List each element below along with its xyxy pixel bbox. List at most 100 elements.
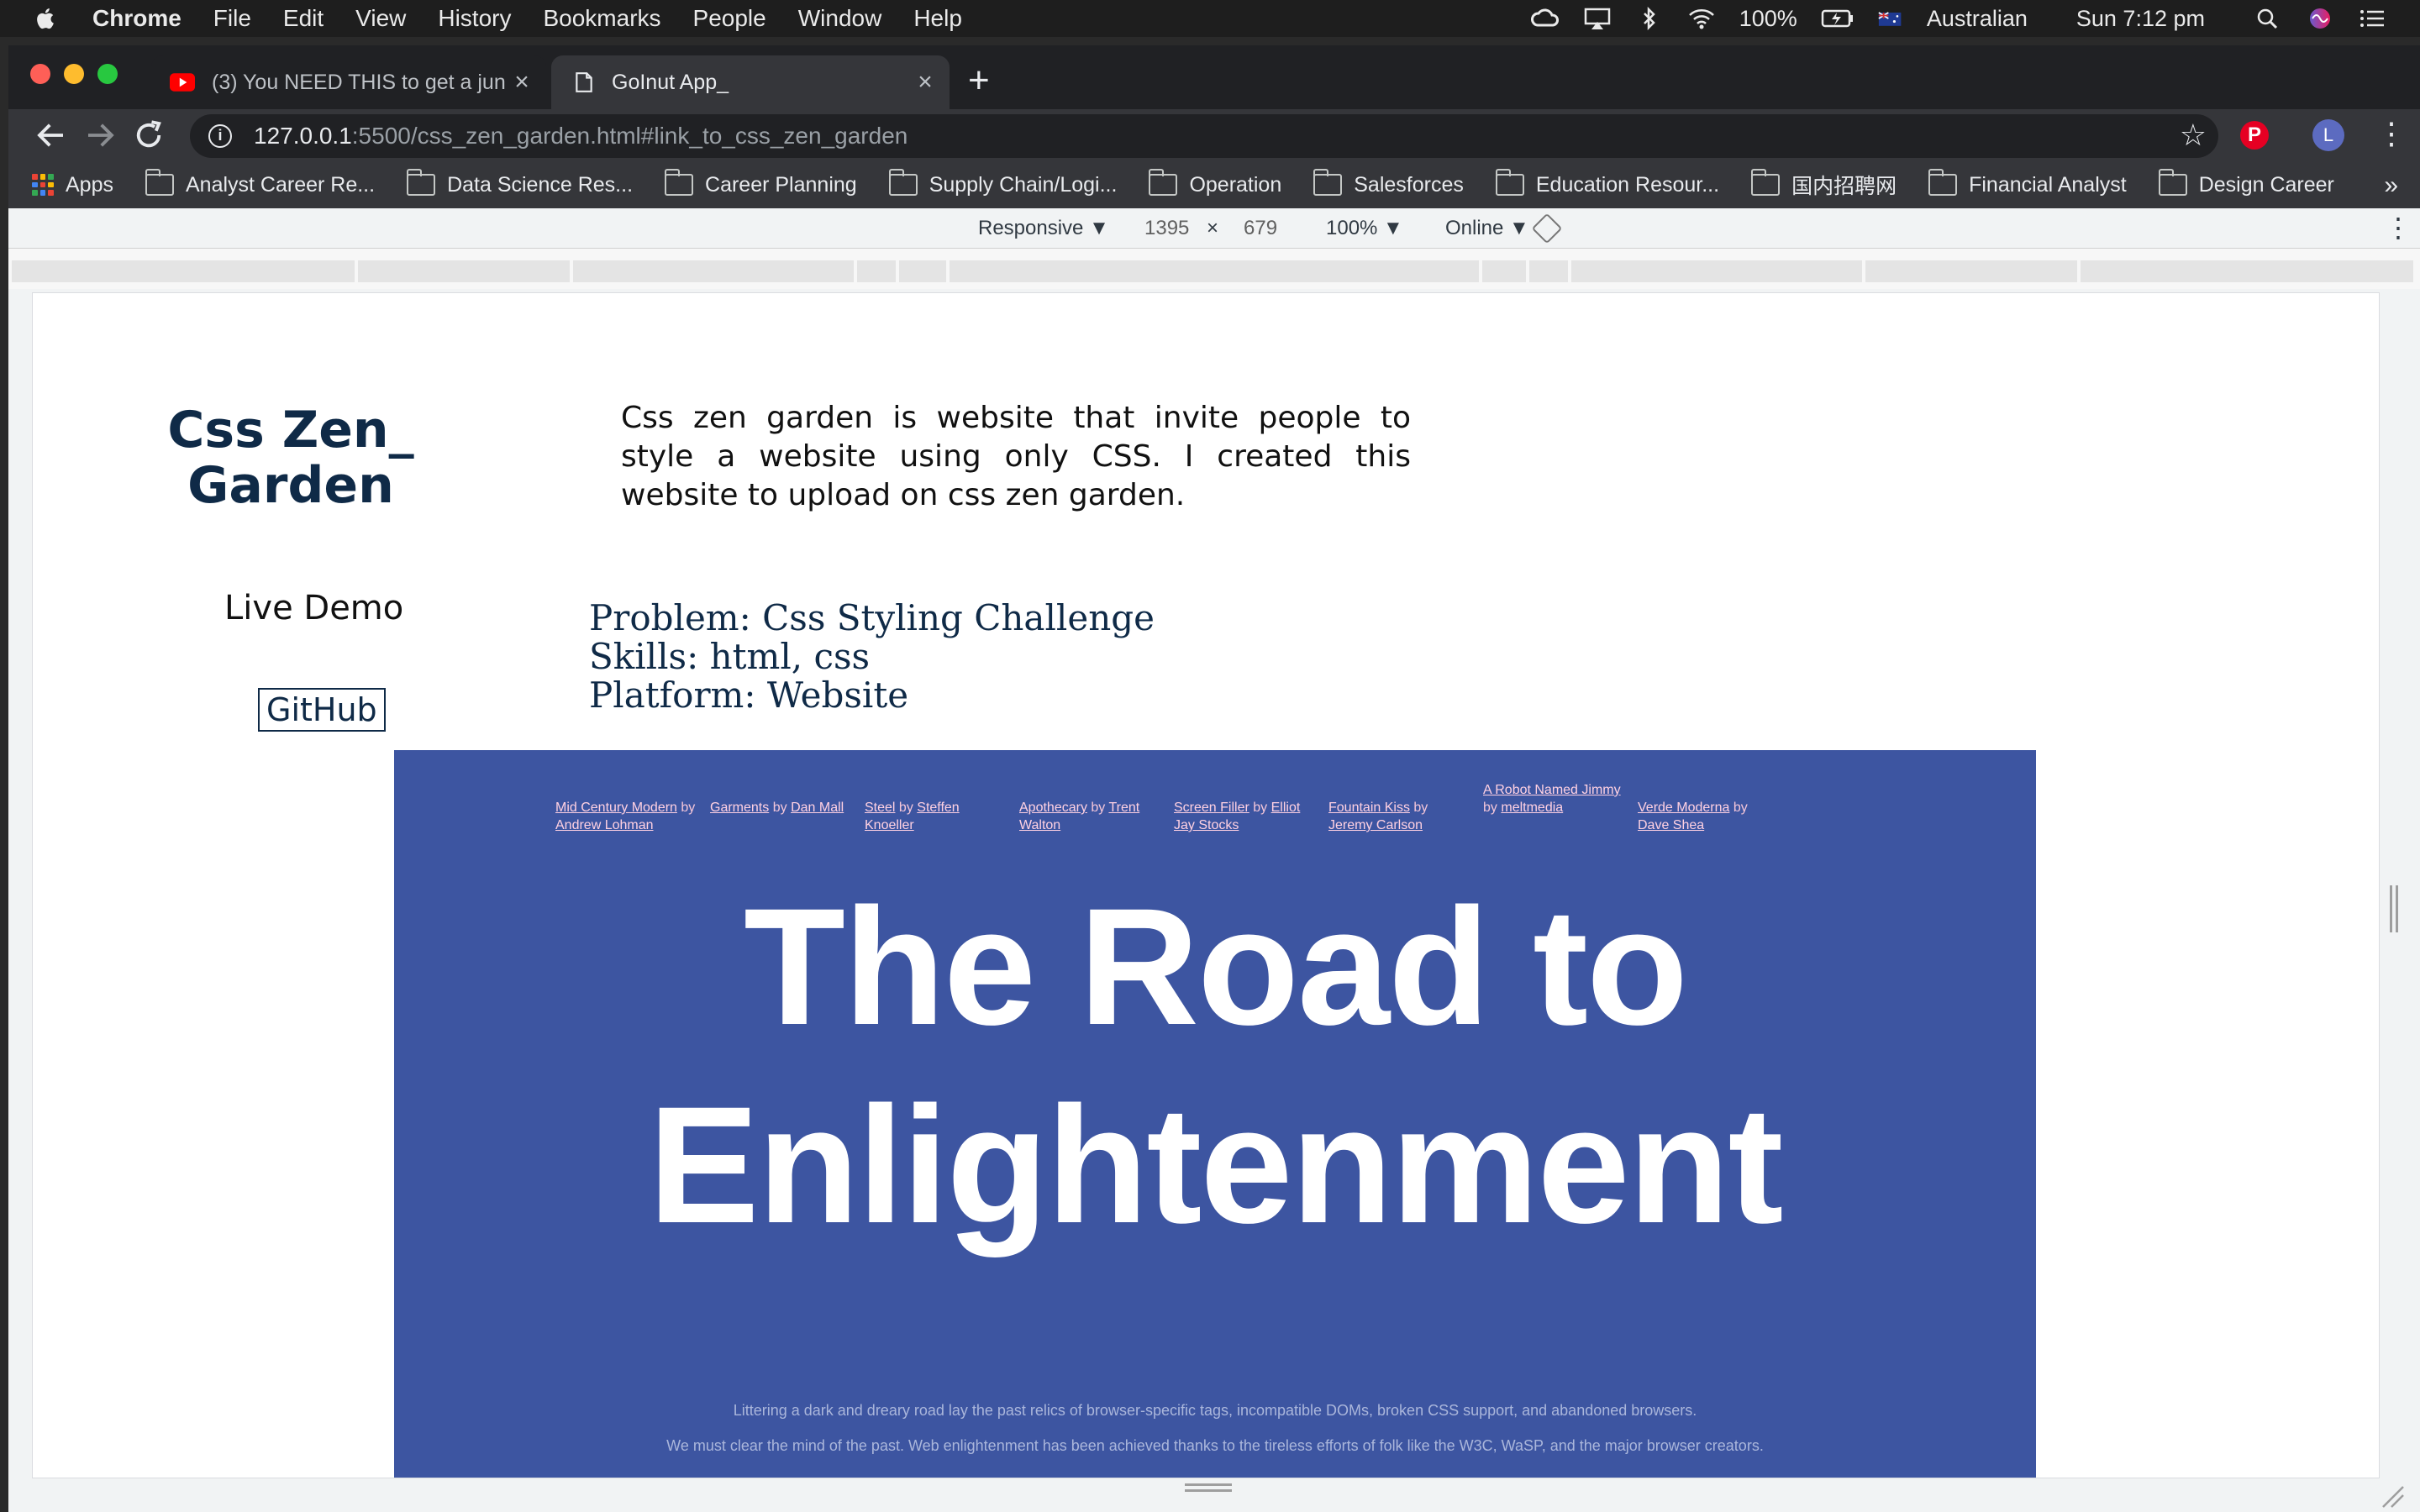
media-query-segment[interactable]: [573, 260, 854, 282]
folder-icon: [2158, 169, 2187, 196]
viewport-right-resize-handle[interactable]: [2390, 885, 2398, 932]
design-author-link[interactable]: Andrew Lohman: [555, 818, 654, 832]
back-arrow-icon[interactable]: [34, 118, 69, 153]
bookmark-folder[interactable]: Education Resour...: [1495, 169, 1719, 197]
tab-title: GoInut App_: [612, 70, 729, 94]
bookmark-folder[interactable]: Analyst Career Re...: [145, 169, 375, 197]
media-query-segment[interactable]: [1571, 260, 1862, 282]
design-name-link[interactable]: A Robot Named Jimmy: [1483, 783, 1621, 797]
device-toolbar-menu-icon[interactable]: ⋮: [2385, 212, 2412, 244]
profile-avatar[interactable]: L: [2312, 119, 2344, 151]
design-author-link[interactable]: Dave Shea: [1638, 818, 1704, 832]
media-query-segment[interactable]: [1529, 260, 1568, 282]
device-select[interactable]: Responsive ▼: [978, 217, 1109, 240]
design-name-link[interactable]: Mid Century Modern: [555, 801, 677, 815]
chrome-menu-icon[interactable]: ⋮: [2376, 116, 2407, 151]
bookmark-folder[interactable]: Design Career: [2158, 169, 2334, 197]
folder-icon: [407, 169, 436, 196]
battery-charging-icon[interactable]: [1821, 7, 1854, 30]
viewport-corner-resize-icon[interactable]: [2380, 1485, 2407, 1509]
pinterest-extension-icon[interactable]: P: [2240, 121, 2269, 150]
design-name-link[interactable]: Fountain Kiss: [1328, 801, 1410, 815]
by-text: by: [1483, 801, 1497, 815]
by-text: by: [898, 801, 913, 815]
bookmark-folder[interactable]: Financial Analyst: [1928, 169, 2127, 197]
design-name-link[interactable]: Verde Moderna: [1638, 801, 1729, 815]
media-query-segment[interactable]: [1865, 260, 2077, 282]
menu-file[interactable]: File: [213, 5, 251, 32]
bookmarks-bar: Apps Analyst Career Re... Data Science R…: [8, 161, 2420, 208]
platform-text: Platform: Website: [589, 675, 909, 716]
bookmark-folder[interactable]: 国内招聘网: [1751, 169, 1897, 200]
media-query-segment[interactable]: [857, 260, 896, 282]
rotate-icon[interactable]: [1531, 213, 1563, 244]
design-name-link[interactable]: Steel: [865, 801, 895, 815]
media-query-segment[interactable]: [1482, 260, 1526, 282]
skills-text: Skills: html, css: [589, 636, 871, 677]
zoom-select[interactable]: 100% ▼: [1326, 217, 1403, 240]
design-name-link[interactable]: Garments: [710, 801, 769, 815]
tab-youtube[interactable]: (3) You NEED THIS to get a jun ×: [151, 55, 546, 109]
reload-icon[interactable]: [131, 118, 166, 153]
url-text[interactable]: 127.0.0.1:5500/css_zen_garden.html#link_…: [254, 123, 908, 150]
menu-app-chrome[interactable]: Chrome: [92, 5, 182, 32]
media-query-bar[interactable]: [8, 249, 2420, 289]
new-tab-button[interactable]: +: [968, 62, 990, 99]
menu-history[interactable]: History: [438, 5, 511, 32]
youtube-icon: [170, 73, 195, 92]
minimize-window-button[interactable]: [64, 64, 84, 84]
viewport-width-input[interactable]: 1395: [1144, 217, 1189, 240]
notification-center-icon[interactable]: [2358, 7, 2386, 30]
bookmark-star-icon[interactable]: ☆: [2180, 118, 2207, 153]
live-demo-link[interactable]: Live Demo: [224, 589, 403, 627]
bookmark-folder[interactable]: Salesforces: [1313, 169, 1464, 197]
forward-arrow-icon[interactable]: [82, 118, 118, 153]
bookmark-folder[interactable]: Operation: [1149, 169, 1281, 197]
bookmark-folder[interactable]: Data Science Res...: [407, 169, 633, 197]
menu-window[interactable]: Window: [798, 5, 882, 32]
menu-people[interactable]: People: [693, 5, 766, 32]
viewport-height-input[interactable]: 679: [1244, 217, 1277, 240]
zoom-window-button[interactable]: [97, 64, 118, 84]
github-link[interactable]: GitHub: [258, 688, 386, 732]
menu-view[interactable]: View: [355, 5, 406, 32]
bookmarks-overflow-button[interactable]: »: [2384, 171, 2398, 200]
tab-goinut-app[interactable]: GoInut App_ ×: [551, 55, 950, 109]
bookmark-apps[interactable]: Apps: [32, 173, 113, 197]
spotlight-search-icon[interactable]: [2254, 7, 2282, 30]
folder-icon: [1149, 169, 1178, 196]
folder-icon: [888, 169, 918, 196]
viewport-bottom-resize-handle[interactable]: [1185, 1483, 1232, 1492]
media-query-segment[interactable]: [358, 260, 570, 282]
bookmark-folder[interactable]: Supply Chain/Logi...: [888, 169, 1117, 197]
input-source-label[interactable]: Australian: [1927, 6, 2028, 32]
media-query-segment[interactable]: [12, 260, 355, 282]
bookmark-label: 国内招聘网: [1791, 175, 1897, 198]
design-author-link[interactable]: Dan Mall: [791, 801, 844, 815]
media-query-segment[interactable]: [950, 260, 1479, 282]
media-query-segment[interactable]: [2081, 260, 2413, 282]
bluetooth-icon[interactable]: [1635, 7, 1664, 30]
media-query-segment[interactable]: [899, 260, 946, 282]
airplay-icon[interactable]: [1583, 7, 1612, 30]
design-author-link[interactable]: Jeremy Carlson: [1328, 818, 1423, 832]
siri-icon[interactable]: [2306, 7, 2334, 30]
address-bar[interactable]: i 127.0.0.1:5500/css_zen_garden.html#lin…: [190, 114, 2218, 158]
wifi-icon[interactable]: [1687, 7, 1716, 30]
bookmark-folder[interactable]: Career Planning: [665, 169, 857, 197]
menu-bookmarks[interactable]: Bookmarks: [543, 5, 660, 32]
design-link-item: Verde Moderna by Dave Shea: [1638, 799, 1792, 834]
creative-cloud-icon[interactable]: [1530, 7, 1560, 30]
menu-edit[interactable]: Edit: [283, 5, 324, 32]
close-window-button[interactable]: [30, 64, 50, 84]
apple-menu-icon[interactable]: [34, 6, 59, 31]
menubar-clock[interactable]: Sun 7:12 pm: [2076, 6, 2205, 32]
network-throttle-select[interactable]: Online ▼: [1445, 217, 1529, 240]
menu-help[interactable]: Help: [913, 5, 962, 32]
design-name-link[interactable]: Screen Filler: [1174, 801, 1249, 815]
design-name-link[interactable]: Apothecary: [1019, 801, 1087, 815]
close-tab-icon[interactable]: ×: [509, 68, 534, 97]
site-info-icon[interactable]: i: [208, 124, 232, 148]
design-author-link[interactable]: meltmedia: [1501, 801, 1563, 815]
close-tab-icon[interactable]: ×: [913, 68, 938, 97]
